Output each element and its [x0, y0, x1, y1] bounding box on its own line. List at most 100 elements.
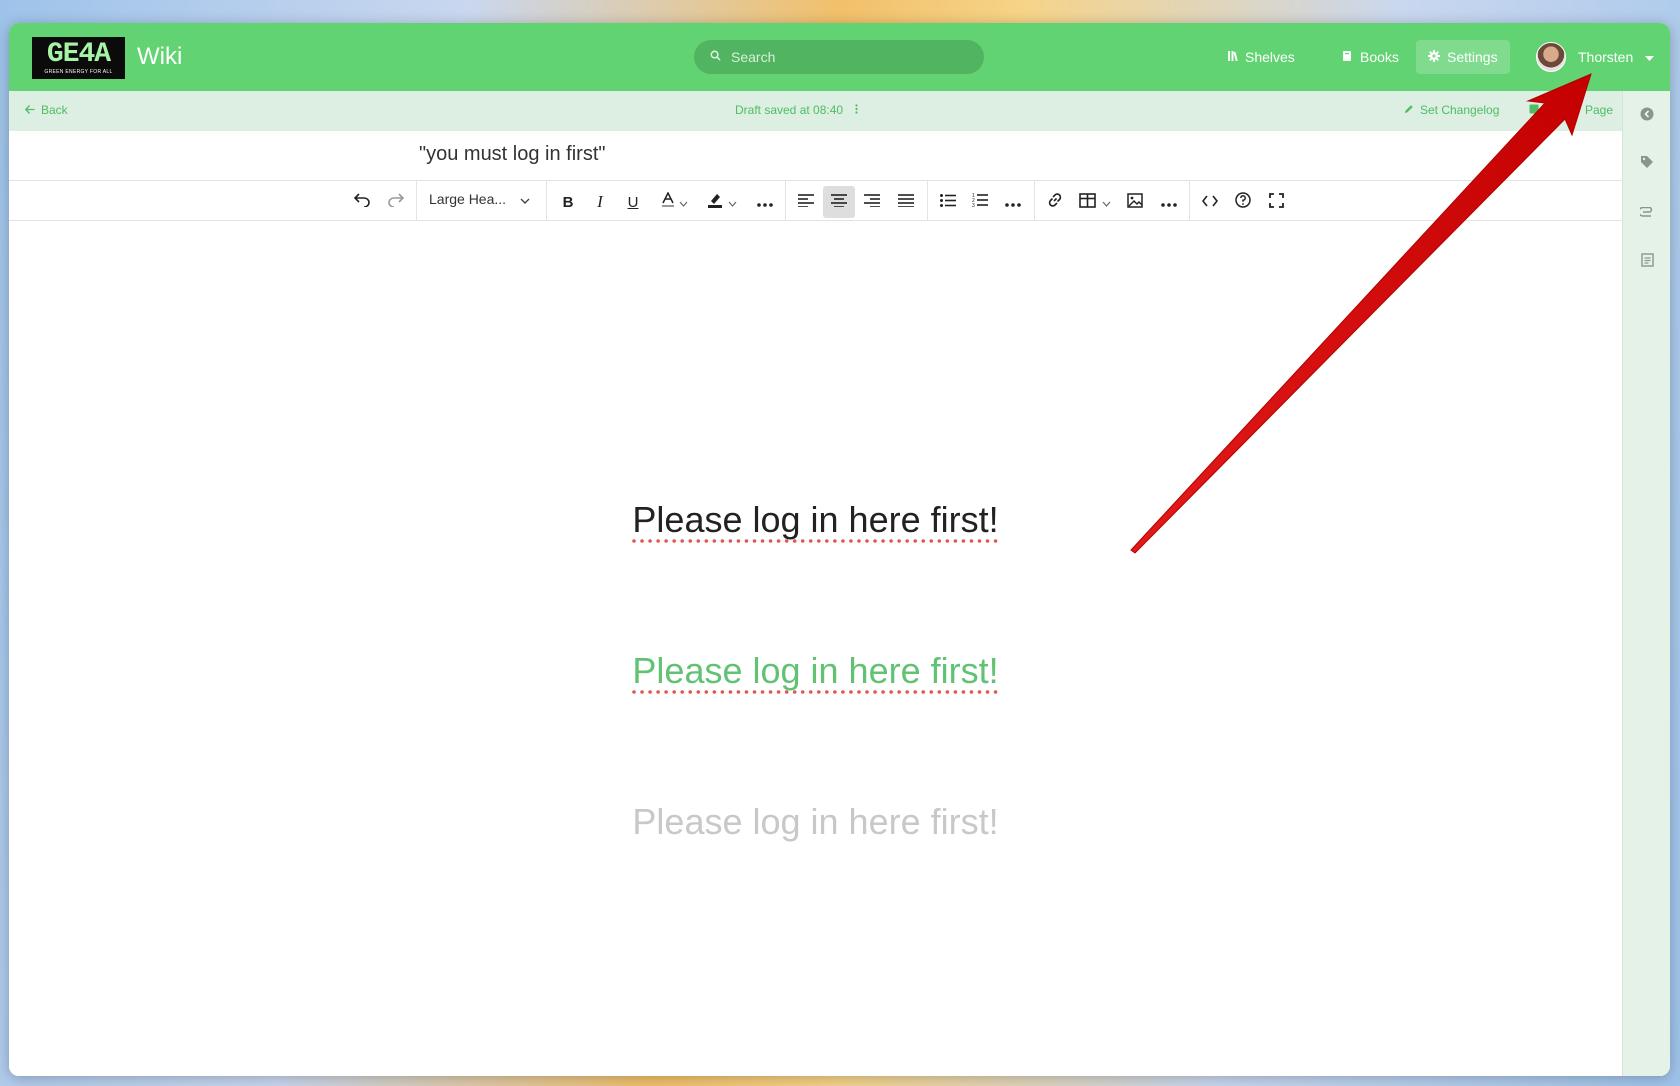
- save-page-button[interactable]: Page: [1529, 103, 1613, 117]
- nav-shelves-label: Shelves: [1245, 49, 1295, 65]
- search-input[interactable]: [731, 49, 971, 65]
- page-title-input[interactable]: [419, 143, 1119, 166]
- fullscreen-icon: [1268, 192, 1284, 212]
- source-code-button[interactable]: [1194, 186, 1226, 218]
- nav-books[interactable]: Books: [1330, 40, 1411, 74]
- toolbar-separator: [1034, 181, 1035, 221]
- draft-status[interactable]: Draft saved at 08:40: [735, 103, 858, 117]
- bold-button[interactable]: B: [552, 186, 584, 218]
- italic-button[interactable]: I: [584, 186, 616, 218]
- underline-icon: U: [627, 193, 639, 211]
- sidebar-toggle[interactable]: [1638, 107, 1656, 125]
- gear-icon: [1428, 49, 1440, 65]
- nav-settings-label: Settings: [1447, 49, 1498, 65]
- text-color-dropdown[interactable]: [676, 186, 690, 218]
- bold-icon: B: [562, 193, 574, 211]
- toolbar-separator: [416, 181, 417, 221]
- editor-sidebar: [1622, 91, 1670, 1076]
- tag-icon: [1640, 155, 1654, 174]
- app-title[interactable]: Wiki: [137, 43, 182, 71]
- insert-image-button[interactable]: [1119, 186, 1151, 218]
- align-center-icon: [831, 193, 847, 211]
- heading-light[interactable]: Please log in here first!: [9, 801, 1622, 843]
- highlighter-icon: [707, 192, 723, 212]
- chevron-down-icon: [520, 191, 530, 207]
- search-icon: [710, 48, 721, 66]
- user-menu[interactable]: Thorsten: [1524, 40, 1666, 74]
- toolbar-separator: [785, 181, 786, 221]
- help-button[interactable]: [1227, 186, 1259, 218]
- more-lists-button[interactable]: [997, 186, 1029, 218]
- arrow-left-icon: [24, 103, 35, 117]
- caret-down-icon: [1645, 49, 1655, 65]
- svg-text:3: 3: [972, 203, 975, 207]
- chevron-down-icon: [728, 194, 737, 211]
- underline-button[interactable]: U: [617, 186, 649, 218]
- toolbar-separator: [1189, 181, 1190, 221]
- highlight-color-dropdown[interactable]: [725, 186, 739, 218]
- undo-button[interactable]: [346, 186, 378, 218]
- more-horizontal-icon: [1005, 194, 1021, 211]
- sidebar-attachments[interactable]: [1638, 204, 1656, 222]
- link-icon: [1047, 192, 1063, 212]
- shelves-icon: [1227, 49, 1238, 65]
- help-icon: [1235, 192, 1251, 212]
- chevron-down-icon: [1102, 194, 1111, 211]
- pencil-icon: [1404, 103, 1414, 117]
- user-name: Thorsten: [1578, 49, 1634, 65]
- document-icon: [1640, 252, 1654, 272]
- align-right-icon: [864, 193, 880, 211]
- editor-content[interactable]: Please log in here first! Please log in …: [9, 222, 1622, 1076]
- align-right-button[interactable]: [856, 186, 888, 218]
- more-horizontal-icon: [1161, 194, 1177, 211]
- save-icon: [1529, 103, 1539, 117]
- nav-books-label: Books: [1360, 49, 1399, 65]
- block-format-select[interactable]: Large Hea...: [429, 191, 530, 207]
- more-horizontal-icon: [757, 194, 773, 211]
- save-page-label: Page: [1585, 103, 1614, 117]
- nav-shelves[interactable]: Shelves: [1215, 40, 1307, 74]
- align-center-button[interactable]: [823, 186, 855, 218]
- logo-tagline: GREEN ENERGY FOR ALL: [44, 68, 113, 75]
- redo-icon: [388, 193, 405, 211]
- table-icon: [1078, 192, 1096, 212]
- align-left-button[interactable]: [790, 186, 822, 218]
- bullet-list-button[interactable]: [932, 186, 964, 218]
- more-formatting-button[interactable]: [749, 186, 781, 218]
- bullet-list-icon: [940, 193, 956, 211]
- more-vertical-icon: [855, 103, 858, 117]
- numbered-list-icon: 123: [972, 193, 988, 211]
- back-link[interactable]: Back: [24, 103, 68, 117]
- book-icon: [1342, 49, 1353, 65]
- set-changelog-label: Set Changelog: [1420, 103, 1500, 117]
- italic-icon: I: [597, 192, 603, 211]
- sidebar-tags[interactable]: [1638, 155, 1656, 173]
- align-justify-button[interactable]: [890, 186, 922, 218]
- avatar: [1536, 42, 1566, 72]
- paperclip-icon: [1638, 204, 1654, 222]
- logo-text: GE4A: [46, 38, 111, 70]
- more-insert-button[interactable]: [1153, 186, 1185, 218]
- site-logo[interactable]: GE4A GREEN ENERGY FOR ALL: [32, 37, 125, 79]
- insert-link-button[interactable]: [1039, 186, 1071, 218]
- table-dropdown[interactable]: [1099, 186, 1113, 218]
- chevron-left-circle-icon: [1640, 107, 1654, 126]
- page-title-row: [9, 131, 1622, 181]
- text-color-icon: [661, 191, 675, 212]
- search-bar[interactable]: [694, 40, 984, 74]
- block-format-value: Large Hea...: [429, 191, 507, 207]
- draft-status-text: Draft saved at 08:40: [735, 103, 844, 117]
- top-header: GE4A GREEN ENERGY FOR ALL Wiki Shelves B…: [9, 23, 1670, 91]
- sidebar-templates[interactable]: [1638, 252, 1656, 272]
- numbered-list-button[interactable]: 123: [964, 186, 996, 218]
- app-window: GE4A GREEN ENERGY FOR ALL Wiki Shelves B…: [9, 23, 1670, 1076]
- align-justify-icon: [898, 193, 914, 211]
- align-left-icon: [798, 193, 814, 211]
- heading-green[interactable]: Please log in here first!: [9, 650, 1622, 692]
- heading-dark[interactable]: Please log in here first!: [9, 499, 1622, 541]
- image-icon: [1127, 192, 1143, 212]
- fullscreen-button[interactable]: [1260, 186, 1292, 218]
- set-changelog-button[interactable]: Set Changelog: [1404, 103, 1499, 117]
- nav-settings[interactable]: Settings: [1416, 40, 1510, 74]
- redo-button[interactable]: [380, 186, 412, 218]
